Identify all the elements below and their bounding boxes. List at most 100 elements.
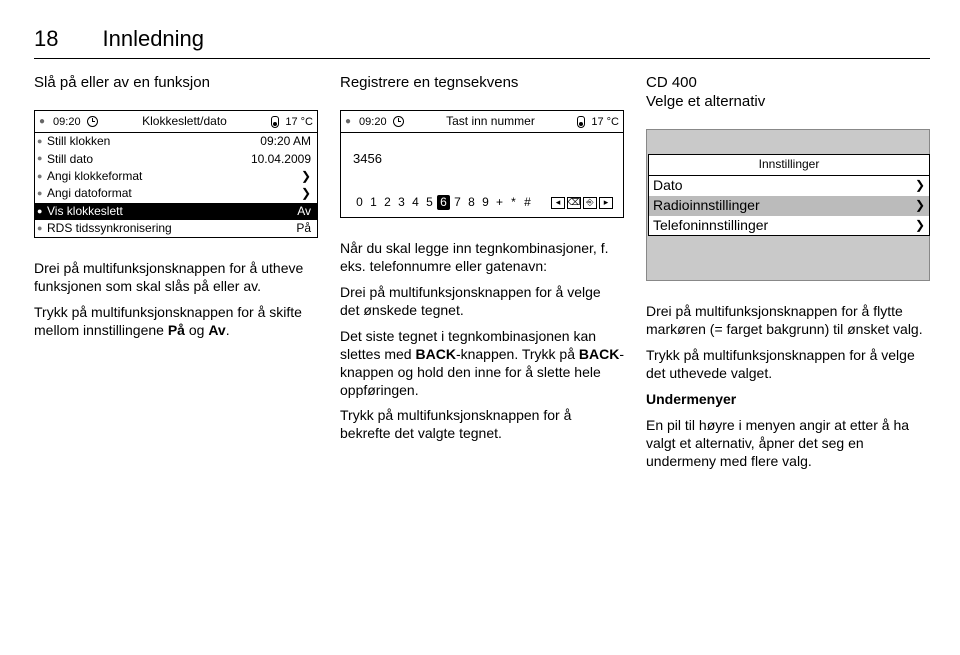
row-label: Telefoninnstillinger bbox=[653, 217, 915, 235]
row-value: 10.04.2009 bbox=[251, 152, 311, 167]
col2-para-1: Når du skal legge inn tegnkombinasjoner,… bbox=[340, 240, 624, 276]
digit-entry-area: 3456 0 1 2 3 4 5 6 7 8 9 + * # bbox=[341, 133, 623, 217]
row-label: RDS tidssynkronisering bbox=[47, 221, 296, 236]
row-label: Radioinnstillinger bbox=[653, 197, 915, 215]
nav-enter-icon[interactable]: ⎆ bbox=[583, 197, 597, 209]
col1-para-2: Trykk på multifunksjonsknappen for å ski… bbox=[34, 304, 318, 340]
digit-4[interactable]: 4 bbox=[409, 195, 422, 210]
col2-para-2: Drei på multifunksjonsknappen for å velg… bbox=[340, 284, 624, 320]
nav-back-icon[interactable]: ⌫ bbox=[567, 197, 581, 209]
menu-row-phone-settings[interactable]: Telefoninnstillinger ❯ bbox=[649, 216, 929, 236]
page: 18 Innledning Slå på eller av en funksjo… bbox=[0, 0, 960, 499]
page-number: 18 bbox=[34, 26, 58, 52]
row-dot: ● bbox=[37, 171, 47, 183]
bold-on: På bbox=[168, 322, 185, 338]
digit-9[interactable]: 9 bbox=[479, 195, 492, 210]
thermometer-icon bbox=[577, 116, 585, 128]
nav-left-icon[interactable]: ◂ bbox=[551, 197, 565, 209]
header-rule bbox=[34, 58, 930, 59]
row-dot: ● bbox=[37, 206, 47, 218]
digit-3[interactable]: 3 bbox=[395, 195, 408, 210]
text: og bbox=[185, 322, 208, 338]
status-title: Tast inn nummer bbox=[408, 114, 574, 129]
digit-5[interactable]: 5 bbox=[423, 195, 436, 210]
row-value: Av bbox=[297, 204, 311, 219]
status-temp: 17 °C bbox=[285, 115, 313, 129]
row-label: Vis klokkeslett bbox=[47, 204, 297, 219]
menu-row-set-clock[interactable]: ● Still klokken 09:20 AM bbox=[35, 133, 317, 150]
digit-8[interactable]: 8 bbox=[465, 195, 478, 210]
row-value: På bbox=[296, 221, 311, 236]
status-title: Klokkeslett/dato bbox=[102, 114, 268, 129]
digit-0[interactable]: 0 bbox=[353, 195, 366, 210]
menu-row-radio-settings[interactable]: Radioinnstillinger ❯ bbox=[649, 196, 929, 216]
col3-heading-a: CD 400 bbox=[646, 73, 930, 92]
menu-list: ● Still klokken 09:20 AM ● Still dato 10… bbox=[35, 133, 317, 237]
row-dot: ● bbox=[37, 153, 47, 165]
col2-para-3: Det siste tegnet i tegnkombinasjonen kan… bbox=[340, 328, 624, 400]
header-row: 18 Innledning bbox=[34, 26, 930, 52]
menu-row-show-clock[interactable]: ● Vis klokkeslett Av bbox=[35, 203, 317, 220]
status-temp: 17 °C bbox=[591, 115, 619, 129]
col3-subhead: Undermenyer bbox=[646, 391, 930, 409]
menu-row-clock-format[interactable]: ● Angi klokkeformat ❯ bbox=[35, 168, 317, 185]
row-label: Angi klokkeformat bbox=[47, 169, 301, 184]
menu-row-rds-sync[interactable]: ● RDS tidssynkronisering På bbox=[35, 220, 317, 237]
col3-heading-b: Velge et alternativ bbox=[646, 92, 930, 111]
entered-number: 3456 bbox=[349, 151, 615, 168]
row-dot: ● bbox=[37, 188, 47, 200]
columns: Slå på eller av en funksjon ● 09:20 Klok… bbox=[34, 73, 930, 479]
column-1: Slå på eller av en funksjon ● 09:20 Klok… bbox=[34, 73, 318, 479]
row-label: Dato bbox=[653, 177, 915, 195]
thermometer-icon bbox=[271, 116, 279, 128]
text: . bbox=[226, 322, 230, 338]
status-time: 09:20 bbox=[359, 115, 387, 129]
column-3: CD 400 Velge et alternativ Innstillinger… bbox=[646, 73, 930, 479]
chevron-right-icon: ❯ bbox=[301, 186, 311, 201]
digit-plus[interactable]: + bbox=[493, 195, 506, 210]
clock-icon bbox=[393, 116, 404, 127]
col1-para-1: Drei på multifunksjonsknappen for å uthe… bbox=[34, 260, 318, 296]
col2-heading: Registrere en tegnsekvens bbox=[340, 73, 624, 92]
row-label: Still klokken bbox=[47, 134, 260, 149]
text: -knappen. Trykk på bbox=[456, 346, 579, 362]
bold-off: Av bbox=[208, 322, 225, 338]
menu-row-date[interactable]: Dato ❯ bbox=[649, 176, 929, 196]
row-label: Still dato bbox=[47, 152, 251, 167]
screen-settings: Innstillinger Dato ❯ Radioinnstillinger … bbox=[646, 129, 930, 281]
status-dot: ● bbox=[39, 117, 45, 127]
digit-6-selected[interactable]: 6 bbox=[437, 195, 450, 210]
status-bar: ● 09:20 Tast inn nummer 17 °C bbox=[341, 111, 623, 133]
col3-para-1: Drei på multifunksjonsknappen for å flyt… bbox=[646, 303, 930, 339]
digit-2[interactable]: 2 bbox=[381, 195, 394, 210]
nav-right-icon[interactable]: ▸ bbox=[599, 197, 613, 209]
col2-para-4: Trykk på multifunksjonsknappen for å bek… bbox=[340, 407, 624, 443]
screen-clock-date: ● 09:20 Klokkeslett/dato 17 °C ● Still k… bbox=[34, 110, 318, 238]
digit-hash[interactable]: # bbox=[521, 195, 534, 210]
row-value: 09:20 AM bbox=[260, 134, 311, 149]
screen-enter-number: ● 09:20 Tast inn nummer 17 °C 3456 0 1 2… bbox=[340, 110, 624, 218]
nav-icons: ◂ ⌫ ⎆ ▸ bbox=[551, 197, 613, 209]
col3-para-3: En pil til høyre i menyen angir at etter… bbox=[646, 417, 930, 471]
clock-icon bbox=[87, 116, 98, 127]
row-label: Angi datoformat bbox=[47, 186, 301, 201]
digit-7[interactable]: 7 bbox=[451, 195, 464, 210]
chevron-right-icon: ❯ bbox=[301, 169, 311, 184]
bold-back: BACK bbox=[579, 346, 619, 362]
chevron-right-icon: ❯ bbox=[915, 178, 925, 193]
menu-row-set-date[interactable]: ● Still dato 10.04.2009 bbox=[35, 151, 317, 168]
chevron-right-icon: ❯ bbox=[915, 218, 925, 233]
number-picker-row[interactable]: 0 1 2 3 4 5 6 7 8 9 + * # ◂ bbox=[349, 195, 615, 213]
menu-row-date-format[interactable]: ● Angi datoformat ❯ bbox=[35, 185, 317, 202]
col3-para-2: Trykk på multifunksjonsknappen for å vel… bbox=[646, 347, 930, 383]
bold-back: BACK bbox=[415, 346, 455, 362]
chevron-right-icon: ❯ bbox=[915, 198, 925, 213]
digit-1[interactable]: 1 bbox=[367, 195, 380, 210]
digit-star[interactable]: * bbox=[507, 195, 520, 210]
status-time: 09:20 bbox=[53, 115, 81, 129]
status-dot: ● bbox=[345, 117, 351, 127]
row-dot: ● bbox=[37, 136, 47, 148]
settings-popup: Innstillinger Dato ❯ Radioinnstillinger … bbox=[648, 154, 930, 236]
status-bar: ● 09:20 Klokkeslett/dato 17 °C bbox=[35, 111, 317, 133]
column-2: Registrere en tegnsekvens ● 09:20 Tast i… bbox=[340, 73, 624, 479]
